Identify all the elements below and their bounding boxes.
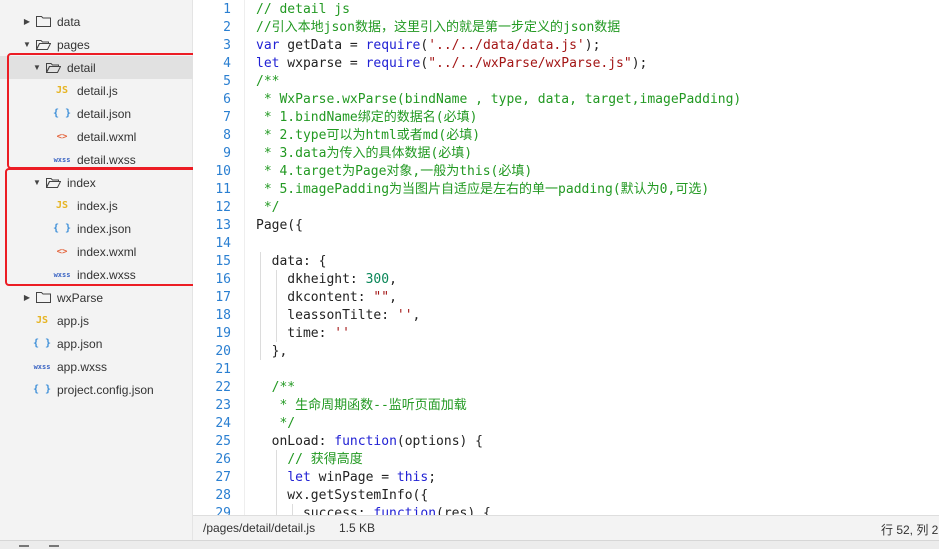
code-line: /**	[256, 74, 280, 89]
code-line: let wxparse = require("../../wxParse/wxP…	[256, 56, 648, 71]
status-file-size: 1.5 KB	[339, 521, 376, 535]
tree-item-app-json[interactable]: { } app.json	[0, 332, 193, 355]
line-number: 23	[215, 398, 231, 413]
code-line: // detail js	[256, 2, 350, 17]
code-line: * 4.target为Page对象,一般为this(必填)	[256, 164, 533, 179]
code-line: //引入本地json数据，这里引入的就是第一步定义的json数据	[256, 20, 621, 35]
line-number: 2	[223, 20, 231, 35]
status-bar: /pages/detail/detail.js 1.5 KB 行 52, 列 2…	[193, 515, 939, 540]
line-number: 11	[215, 182, 231, 197]
code-line: leassonTilte: '',	[256, 308, 421, 323]
indent-guide	[292, 504, 293, 515]
line-number: 26	[215, 452, 231, 467]
code-line: time: ''	[256, 326, 350, 341]
line-number: 13	[215, 218, 231, 233]
line-number: 28	[215, 488, 231, 503]
line-number: 18	[215, 308, 231, 323]
code-line: Page({	[256, 218, 303, 233]
tree-item-label: data	[57, 14, 81, 29]
line-number: 25	[215, 434, 231, 449]
folder-icon	[36, 16, 51, 27]
line-number: 22	[215, 380, 231, 395]
code-line: * 1.bindName绑定的数据名(必填)	[256, 110, 478, 125]
code-line: * 3.data为传入的具体数据(必填)	[256, 146, 473, 161]
json-file-icon: { }	[33, 384, 52, 395]
line-number: 21	[215, 362, 231, 377]
chevron-right-icon[interactable]: ▶	[22, 17, 32, 26]
line-number: 24	[215, 416, 231, 431]
code-line: data: {	[256, 254, 327, 269]
code-line: // 获得高度	[287, 452, 363, 467]
line-number: 7	[223, 110, 231, 125]
folder-open-icon	[35, 39, 52, 50]
tree-item-app-wxss[interactable]: wxss app.wxss	[0, 355, 193, 378]
code-line: * 生命周期函数--监听页面加载	[256, 398, 467, 413]
code-line: dkcontent: "",	[256, 290, 397, 305]
indent-guide	[276, 270, 277, 342]
code-line: * WxParse.wxParse(bindName , type, data,…	[256, 92, 742, 107]
js-file-icon: JS	[35, 315, 49, 326]
tree-item-label: project.config.json	[57, 382, 154, 397]
menu-icon[interactable]	[19, 545, 29, 547]
tree-item-wxParse[interactable]: ▶ wxParse	[0, 286, 193, 309]
code-line: * 2.type可以为html或者md(必填)	[256, 128, 481, 143]
line-number: 15	[215, 254, 231, 269]
code-line: */	[256, 416, 296, 431]
tree-item-label: app.js	[57, 313, 90, 328]
code-line: let winPage = this;	[287, 470, 437, 485]
line-number: 10	[215, 164, 231, 179]
folder-icon	[36, 292, 51, 303]
line-number: 3	[223, 38, 231, 53]
indent-guide	[276, 450, 277, 515]
tree-item-label: wxParse	[57, 290, 104, 305]
line-number: 12	[215, 200, 231, 215]
tree-item-label: app.wxss	[57, 359, 108, 374]
code-line: */	[256, 200, 280, 215]
code-editor[interactable]: 1 2 3 4 5 6 7 8 9 10 11 12 13 14 15 16 17 18 19 20 21 22 23 24 2…	[193, 0, 939, 515]
line-number: 19	[215, 326, 231, 341]
line-number: 20	[215, 344, 231, 359]
line-number: 8	[223, 128, 231, 143]
line-number: 14	[215, 236, 231, 251]
status-file-path: /pages/detail/detail.js	[203, 521, 316, 535]
tree-item-project-config-json[interactable]: { } project.config.json	[0, 378, 193, 401]
indent-guide	[260, 252, 261, 360]
status-cursor-position: 行 52, 列 26	[881, 523, 939, 537]
code-line: /**	[256, 380, 296, 395]
line-number: 27	[215, 470, 231, 485]
tree-item-label: pages	[57, 37, 90, 52]
chevron-right-icon[interactable]: ▶	[22, 293, 32, 302]
wxss-file-icon: wxss	[33, 362, 51, 371]
code-line: wx.getSystemInfo({	[256, 488, 429, 503]
line-number: 5	[223, 74, 231, 89]
code-line: onLoad: function(options) {	[256, 434, 483, 449]
code-line: var getData = require('../../data/data.j…	[256, 38, 601, 53]
tree-item-app-js[interactable]: JS app.js	[0, 309, 193, 332]
bottom-toolbar	[0, 540, 939, 549]
tree-item-label: app.json	[57, 336, 103, 351]
panel-icon[interactable]	[49, 545, 59, 547]
tree-item-data[interactable]: ▶ data	[0, 10, 193, 33]
line-number: 1	[223, 2, 231, 17]
line-number: 9	[223, 146, 231, 161]
code-line: dkheight: 300,	[256, 272, 397, 287]
chevron-down-icon[interactable]: ▼	[22, 40, 32, 49]
line-number-gutter: 1 2 3 4 5 6 7 8 9 10 11 12 13 14 15 16 17 18 19 20 21 22 23 24 2…	[193, 0, 245, 515]
line-number: 16	[215, 272, 231, 287]
line-number: 17	[215, 290, 231, 305]
line-number: 6	[223, 92, 231, 107]
json-file-icon: { }	[33, 338, 52, 349]
line-number: 4	[223, 56, 231, 71]
code-line: * 5.imagePadding为当图片自适应是左右的单一padding(默认为…	[256, 182, 710, 197]
line-number: 29	[215, 506, 231, 515]
